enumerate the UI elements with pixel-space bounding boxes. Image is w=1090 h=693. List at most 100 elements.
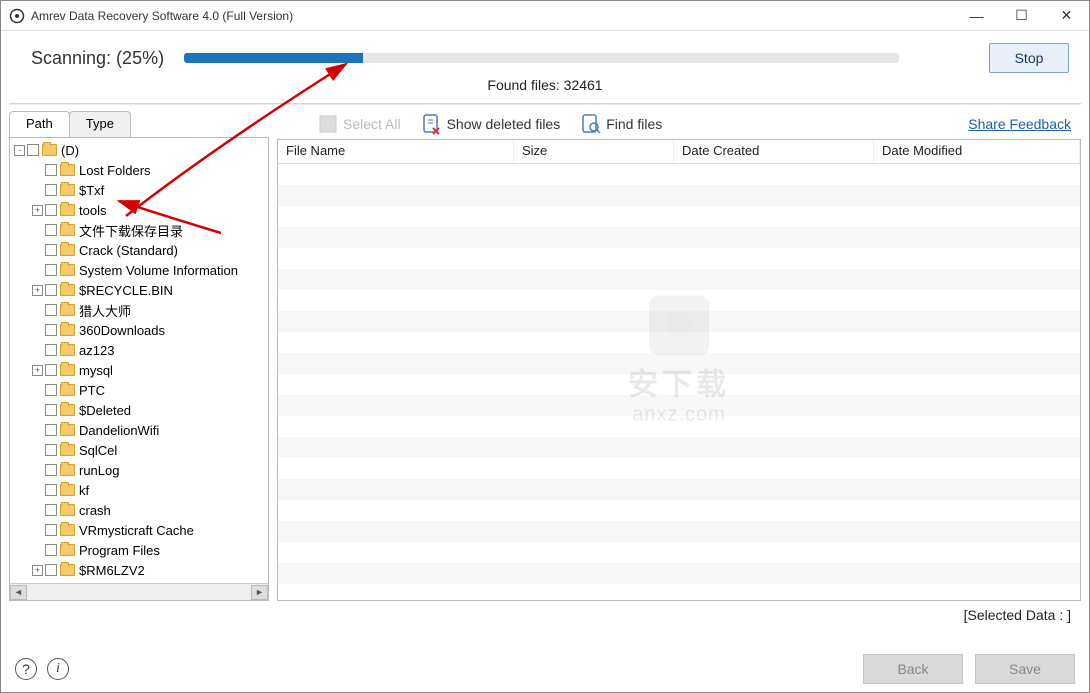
tree-checkbox[interactable] [45, 224, 57, 236]
tab-type[interactable]: Type [69, 111, 131, 137]
help-button[interactable]: ? [15, 658, 37, 680]
table-row[interactable] [278, 521, 1080, 542]
table-row[interactable] [278, 500, 1080, 521]
expand-icon[interactable]: + [32, 365, 43, 376]
tree-item[interactable]: +mysql [10, 360, 268, 380]
stop-button[interactable]: Stop [989, 43, 1069, 73]
tree-checkbox[interactable] [45, 324, 57, 336]
tree-checkbox[interactable] [45, 384, 57, 396]
tree-checkbox[interactable] [27, 144, 39, 156]
scroll-left-icon[interactable]: ◄ [10, 585, 27, 600]
table-row[interactable] [278, 542, 1080, 563]
table-row[interactable] [278, 290, 1080, 311]
expand-icon[interactable]: + [32, 285, 43, 296]
tree-checkbox[interactable] [45, 204, 57, 216]
tree-checkbox[interactable] [45, 244, 57, 256]
tree-checkbox[interactable] [45, 264, 57, 276]
collapse-icon[interactable]: - [14, 145, 25, 156]
table-row[interactable] [278, 185, 1080, 206]
tree-checkbox[interactable] [45, 524, 57, 536]
tree-item[interactable]: -(D) [10, 140, 268, 160]
table-row[interactable] [278, 269, 1080, 290]
tree-item[interactable]: 360Downloads [10, 320, 268, 340]
tree-item[interactable]: crash [10, 500, 268, 520]
table-row[interactable] [278, 332, 1080, 353]
tree-item[interactable]: Crack (Standard) [10, 240, 268, 260]
tree-checkbox[interactable] [45, 424, 57, 436]
folder-icon [60, 324, 75, 336]
tree-item[interactable]: DandelionWifi [10, 420, 268, 440]
back-button[interactable]: Back [863, 654, 963, 684]
table-row[interactable] [278, 164, 1080, 185]
col-date-created[interactable]: Date Created [674, 140, 874, 163]
tree-item[interactable]: +tools [10, 200, 268, 220]
tree-item[interactable]: SqlCel [10, 440, 268, 460]
tree-checkbox[interactable] [45, 444, 57, 456]
tree-item[interactable]: +$RM6LZV2 [10, 560, 268, 580]
table-row[interactable] [278, 353, 1080, 374]
info-button[interactable]: i [47, 658, 69, 680]
tree-horizontal-scrollbar[interactable]: ◄ ► [10, 583, 268, 600]
table-body[interactable] [278, 164, 1080, 600]
table-row[interactable] [278, 479, 1080, 500]
tree-item[interactable]: kf [10, 480, 268, 500]
table-row[interactable] [278, 458, 1080, 479]
tree-checkbox[interactable] [45, 344, 57, 356]
col-file-name[interactable]: File Name [278, 140, 514, 163]
tree-item[interactable]: System Volume Information [10, 260, 268, 280]
show-deleted-button[interactable]: Show deleted files [421, 113, 561, 135]
tree-checkbox[interactable] [45, 364, 57, 376]
tree-item[interactable]: runLog [10, 460, 268, 480]
table-row[interactable] [278, 227, 1080, 248]
save-button[interactable]: Save [975, 654, 1075, 684]
tree-item-label: $Deleted [79, 403, 131, 418]
table-row[interactable] [278, 395, 1080, 416]
tree-item[interactable]: Program Files [10, 540, 268, 560]
tree-item[interactable]: 猎人大师 [10, 300, 268, 320]
tree-checkbox[interactable] [45, 564, 57, 576]
tree-checkbox[interactable] [45, 284, 57, 296]
col-size[interactable]: Size [514, 140, 674, 163]
title-bar: Amrev Data Recovery Software 4.0 (Full V… [1, 1, 1089, 31]
maximize-button[interactable]: ☐ [999, 1, 1044, 31]
tree-checkbox[interactable] [45, 544, 57, 556]
table-row[interactable] [278, 374, 1080, 395]
scan-status-label: Scanning: (25%) [31, 48, 164, 69]
tree-item[interactable]: VRmysticraft Cache [10, 520, 268, 540]
tree-item[interactable]: Lost Folders [10, 160, 268, 180]
close-button[interactable]: ✕ [1044, 1, 1089, 31]
tree-item[interactable]: $Deleted [10, 400, 268, 420]
tree-checkbox[interactable] [45, 404, 57, 416]
expand-icon[interactable]: + [32, 565, 43, 576]
tree-checkbox[interactable] [45, 304, 57, 316]
col-date-modified[interactable]: Date Modified [874, 140, 1080, 163]
folder-tree[interactable]: -(D)Lost Folders$Txf+tools文件下载保存目录Crack … [9, 137, 269, 601]
scroll-right-icon[interactable]: ► [251, 585, 268, 600]
folder-icon [60, 224, 75, 236]
find-files-button[interactable]: Find files [580, 113, 662, 135]
share-feedback-link[interactable]: Share Feedback [968, 116, 1077, 132]
tree-checkbox[interactable] [45, 484, 57, 496]
tab-path[interactable]: Path [9, 111, 70, 137]
expand-icon[interactable]: + [32, 205, 43, 216]
table-row[interactable] [278, 248, 1080, 269]
table-row[interactable] [278, 563, 1080, 584]
table-row[interactable] [278, 311, 1080, 332]
find-files-label: Find files [606, 116, 662, 132]
tree-checkbox[interactable] [45, 504, 57, 516]
select-all-label: Select All [343, 116, 401, 132]
tree-item[interactable]: $Txf [10, 180, 268, 200]
tree-item[interactable]: az123 [10, 340, 268, 360]
folder-icon [60, 504, 75, 516]
tree-item[interactable]: +$RECYCLE.BIN [10, 280, 268, 300]
table-row[interactable] [278, 416, 1080, 437]
tree-checkbox[interactable] [45, 164, 57, 176]
tree-item[interactable]: PTC [10, 380, 268, 400]
tree-item[interactable]: 文件下载保存目录 [10, 220, 268, 240]
tree-checkbox[interactable] [45, 464, 57, 476]
minimize-button[interactable]: — [954, 1, 999, 31]
table-row[interactable] [278, 206, 1080, 227]
table-row[interactable] [278, 437, 1080, 458]
folder-icon [60, 284, 75, 296]
tree-checkbox[interactable] [45, 184, 57, 196]
